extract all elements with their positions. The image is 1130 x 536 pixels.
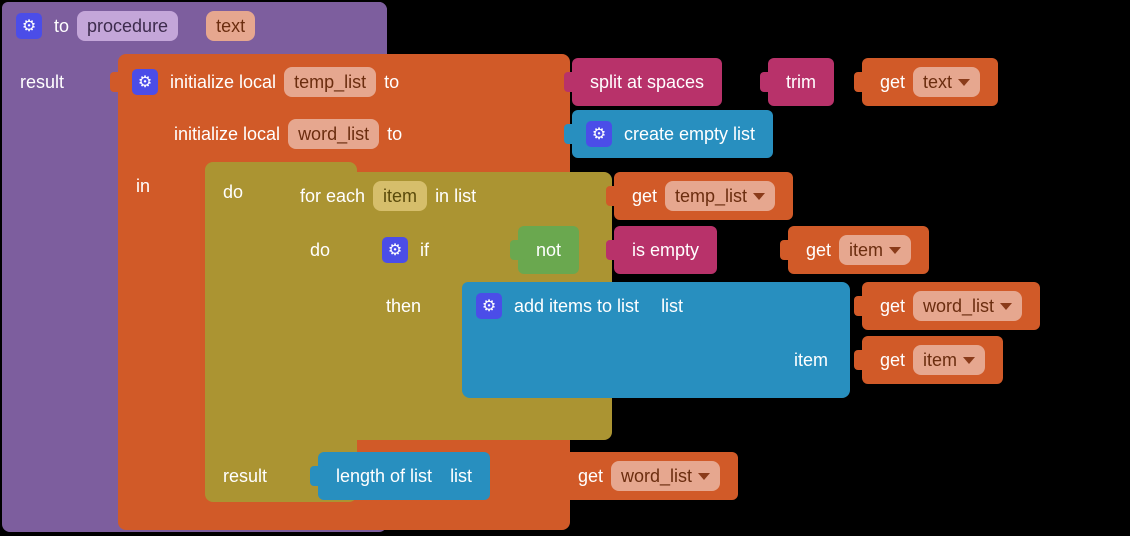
to-label: to [54, 16, 69, 37]
not-block[interactable]: not [518, 226, 579, 274]
if-block[interactable]: ⚙ if [368, 226, 447, 274]
init-label: initialize local [170, 72, 276, 93]
var-name: item [923, 350, 957, 371]
var-name: temp_list [675, 186, 747, 207]
chevron-down-icon [963, 357, 975, 364]
is-empty-block[interactable]: is empty [614, 226, 717, 274]
to-label: to [387, 124, 402, 145]
split-label: split at spaces [590, 72, 704, 93]
gear-icon[interactable]: ⚙ [16, 13, 42, 39]
get-label: get [806, 240, 831, 261]
gear-icon[interactable]: ⚙ [476, 293, 502, 319]
not-label: not [536, 240, 561, 261]
var-name: text [923, 72, 952, 93]
gear-icon[interactable]: ⚙ [382, 237, 408, 263]
in-label-block: in [118, 162, 168, 210]
add-items-item-row: item [462, 336, 850, 384]
chevron-down-icon [753, 193, 765, 200]
foreach-label2: in list [435, 186, 476, 207]
create-empty-label: create empty list [624, 124, 755, 145]
var-templist[interactable]: temp_list [284, 67, 376, 97]
get-label: get [632, 186, 657, 207]
then-label-block: then [368, 282, 439, 330]
foreach-do-label: do [292, 226, 348, 274]
foreach-label1: for each [300, 186, 365, 207]
get-wordlist-var2[interactable]: word_list [611, 461, 720, 491]
result-label2: result [223, 466, 267, 487]
do-label-block: do [205, 168, 261, 216]
get-templist[interactable]: get temp_list [614, 172, 793, 220]
split-at-spaces[interactable]: split at spaces [572, 58, 722, 106]
result-row: result [205, 452, 285, 500]
get-wordlist-2[interactable]: get word_list [560, 452, 738, 500]
to-label: to [384, 72, 399, 93]
get-templist-var[interactable]: temp_list [665, 181, 775, 211]
add-items-label: add items to list [514, 296, 639, 317]
procedure-param[interactable]: text [206, 11, 255, 41]
get-item-var2[interactable]: item [913, 345, 985, 375]
create-empty-list[interactable]: ⚙ create empty list [572, 110, 773, 158]
chevron-down-icon [698, 473, 710, 480]
is-empty-label: is empty [632, 240, 699, 261]
var-name: word_list [923, 296, 994, 317]
result-label-block: result [2, 58, 82, 106]
get-item-1[interactable]: get item [788, 226, 929, 274]
get-label: get [880, 350, 905, 371]
get-wordlist-1[interactable]: get word_list [862, 282, 1040, 330]
length-label: length of list [336, 466, 432, 487]
do-label: do [223, 182, 243, 203]
var-wordlist[interactable]: word_list [288, 119, 379, 149]
get-item-var[interactable]: item [839, 235, 911, 265]
list-label2: list [450, 466, 472, 487]
gear-icon[interactable]: ⚙ [132, 69, 158, 95]
init-local-templist[interactable]: ⚙ initialize local temp_list to [118, 58, 417, 106]
in-label: in [136, 176, 150, 197]
if-label: if [420, 240, 429, 261]
get-label: get [880, 72, 905, 93]
do-label: do [310, 240, 330, 261]
init-label: initialize local [174, 124, 280, 145]
foreach-item[interactable]: item [373, 181, 427, 211]
var-name: word_list [621, 466, 692, 487]
chevron-down-icon [889, 247, 901, 254]
trim-label: trim [786, 72, 816, 93]
var-name: item [849, 240, 883, 261]
foreach-header[interactable]: for each item in list [282, 172, 494, 220]
chevron-down-icon [958, 79, 970, 86]
length-of-list[interactable]: length of list list [318, 452, 490, 500]
init-local-wordlist[interactable]: initialize local word_list to [156, 110, 420, 158]
gear-icon[interactable]: ⚙ [586, 121, 612, 147]
get-text[interactable]: get text [862, 58, 998, 106]
get-text-var[interactable]: text [913, 67, 980, 97]
result-label: result [20, 72, 64, 93]
procedure-name[interactable]: procedure [77, 11, 178, 41]
list-label: list [661, 296, 683, 317]
get-item-2[interactable]: get item [862, 336, 1003, 384]
get-wordlist-var[interactable]: word_list [913, 291, 1022, 321]
get-label: get [578, 466, 603, 487]
trim-block[interactable]: trim [768, 58, 834, 106]
add-items-to-list[interactable]: ⚙ add items to list list [462, 282, 701, 330]
get-label: get [880, 296, 905, 317]
then-label: then [386, 296, 421, 317]
item-label: item [794, 350, 828, 371]
chevron-down-icon [1000, 303, 1012, 310]
procedure-header[interactable]: ⚙ to procedure text [2, 2, 273, 50]
